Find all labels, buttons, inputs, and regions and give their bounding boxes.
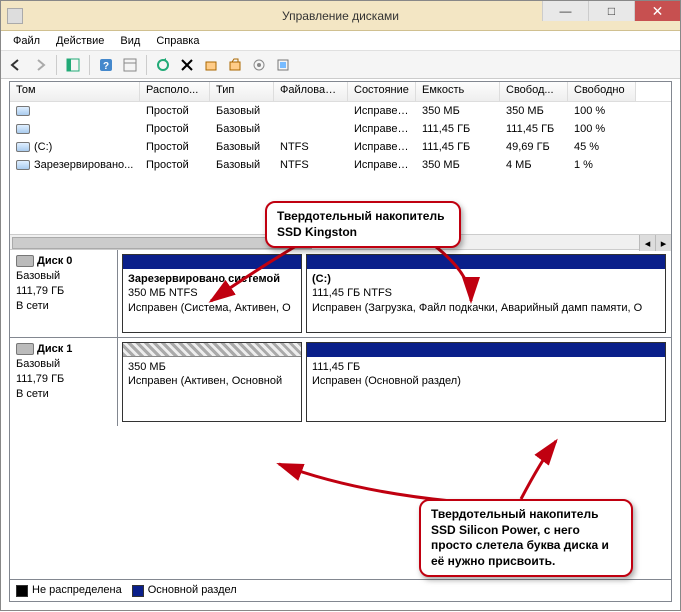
callout-kingston: Твердотельный накопитель SSD Kingston bbox=[265, 201, 461, 248]
col-capacity[interactable]: Емкость bbox=[416, 82, 500, 101]
volume-row[interactable]: ПростойБазовыйИсправен...111,45 ГБ111,45… bbox=[10, 120, 671, 138]
col-free-space[interactable]: Свобод... bbox=[500, 82, 568, 101]
volume-icon bbox=[16, 124, 30, 134]
disk-icon bbox=[16, 343, 34, 355]
toolbar-btn-9[interactable] bbox=[224, 54, 246, 76]
menu-view[interactable]: Вид bbox=[114, 34, 146, 48]
col-type[interactable]: Тип bbox=[210, 82, 274, 101]
partition[interactable]: (C:)111,45 ГБ NTFSИсправен (Загрузка, Фа… bbox=[306, 254, 666, 333]
disk-row: Диск 1Базовый111,79 ГБВ сети350 МБИсправ… bbox=[10, 338, 671, 426]
toolbar-btn-10[interactable] bbox=[248, 54, 270, 76]
menu-action[interactable]: Действие bbox=[50, 34, 110, 48]
back-button[interactable] bbox=[5, 54, 27, 76]
legend: Не распределена Основной раздел bbox=[10, 579, 671, 601]
menubar: Файл Действие Вид Справка bbox=[1, 31, 680, 51]
col-volume[interactable]: Том bbox=[10, 82, 140, 101]
partition[interactable]: Зарезервировано системой350 МБ NTFSИспра… bbox=[122, 254, 302, 333]
disk-header[interactable]: Диск 1Базовый111,79 ГБВ сети bbox=[10, 338, 118, 426]
volume-row[interactable]: Зарезервировано...ПростойБазовыйNTFSИспр… bbox=[10, 156, 671, 174]
toolbar-btn-8[interactable] bbox=[200, 54, 222, 76]
legend-primary: Основной раздел bbox=[132, 584, 237, 596]
show-hide-tree-button[interactable] bbox=[62, 54, 84, 76]
disk-header[interactable]: Диск 0Базовый111,79 ГБВ сети bbox=[10, 250, 118, 337]
volume-row[interactable]: (C:)ПростойБазовыйNTFSИсправен...111,45 … bbox=[10, 138, 671, 156]
scroll-left-icon[interactable]: ◂ bbox=[639, 235, 655, 251]
toolbar-btn-11[interactable] bbox=[272, 54, 294, 76]
volume-row[interactable]: ПростойБазовыйИсправен...350 МБ350 МБ100… bbox=[10, 102, 671, 120]
close-button[interactable]: ✕ bbox=[634, 1, 680, 21]
svg-text:?: ? bbox=[103, 61, 109, 72]
volume-icon bbox=[16, 142, 30, 152]
disk-row: Диск 0Базовый111,79 ГБВ сетиЗарезервиров… bbox=[10, 250, 671, 338]
menu-help[interactable]: Справка bbox=[150, 34, 205, 48]
partition-container: Зарезервировано системой350 МБ NTFSИспра… bbox=[118, 250, 671, 337]
partition[interactable]: 350 МБИсправен (Активен, Основной bbox=[122, 342, 302, 422]
forward-button[interactable] bbox=[29, 54, 51, 76]
col-filesystem[interactable]: Файловая с... bbox=[274, 82, 348, 101]
titlebar: Управление дисками — □ ✕ bbox=[1, 1, 680, 31]
maximize-button[interactable]: □ bbox=[588, 1, 634, 21]
refresh-button[interactable] bbox=[152, 54, 174, 76]
volume-icon bbox=[16, 160, 30, 170]
toolbar-btn-5[interactable] bbox=[119, 54, 141, 76]
window-title: Управление дисками bbox=[282, 9, 399, 23]
callout-silicon-power: Твердотельный накопитель SSD Silicon Pow… bbox=[419, 499, 633, 577]
col-layout[interactable]: Располо... bbox=[140, 82, 210, 101]
app-icon bbox=[7, 8, 23, 24]
delete-button[interactable] bbox=[176, 54, 198, 76]
scroll-right-icon[interactable]: ▸ bbox=[655, 235, 671, 251]
volume-list: Том Располо... Тип Файловая с... Состоян… bbox=[10, 82, 671, 174]
minimize-button[interactable]: — bbox=[542, 1, 588, 21]
menu-file[interactable]: Файл bbox=[7, 34, 46, 48]
toolbar: ? bbox=[1, 51, 680, 79]
legend-unallocated: Не распределена bbox=[16, 584, 122, 596]
col-free-pct[interactable]: Свободно bbox=[568, 82, 636, 101]
partition-container: 350 МБИсправен (Активен, Основной111,45 … bbox=[118, 338, 671, 426]
help-button[interactable]: ? bbox=[95, 54, 117, 76]
volume-icon bbox=[16, 106, 30, 116]
volume-list-header: Том Располо... Тип Файловая с... Состоян… bbox=[10, 82, 671, 102]
col-status[interactable]: Состояние bbox=[348, 82, 416, 101]
partition[interactable]: 111,45 ГБИсправен (Основной раздел) bbox=[306, 342, 666, 422]
window-controls: — □ ✕ bbox=[542, 1, 680, 21]
disk-icon bbox=[16, 255, 34, 267]
